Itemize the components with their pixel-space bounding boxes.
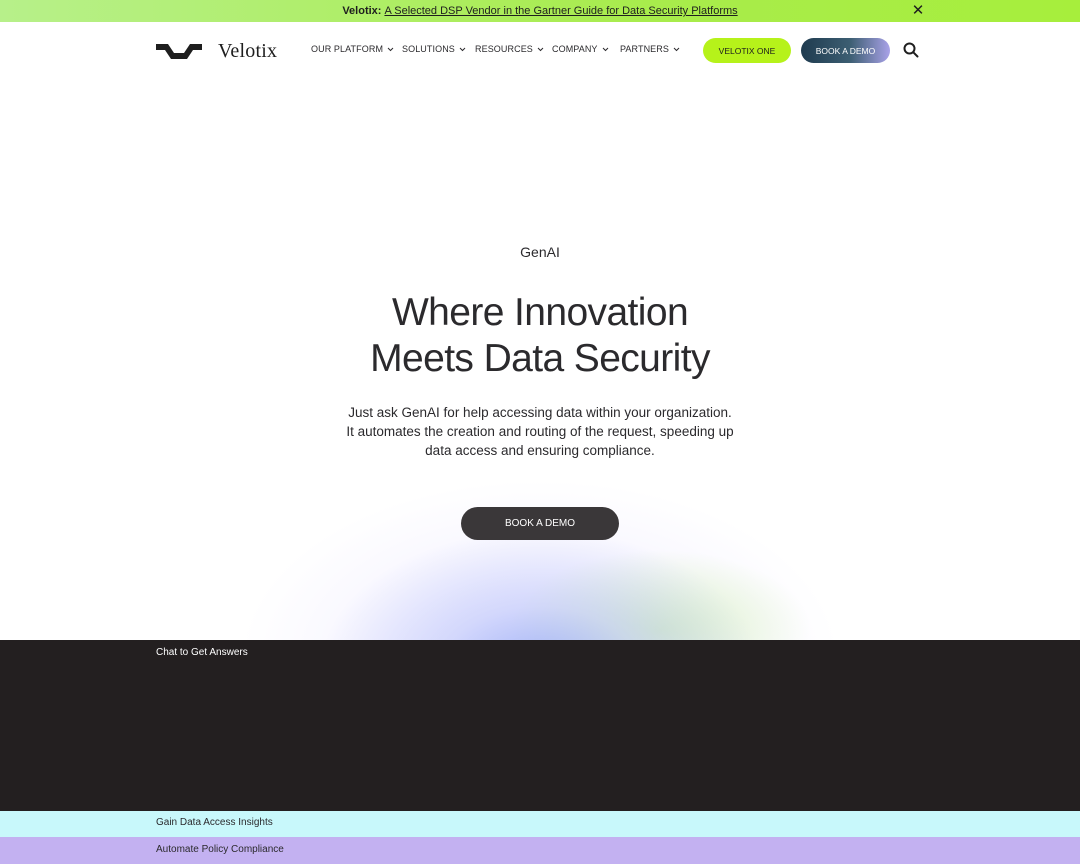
main-nav: OUR PLATFORM SOLUTIONS RESOURCES COMPANY… (311, 44, 684, 54)
velotix-logo-icon (156, 43, 202, 59)
hero-headline-line1: Where Innovation (391, 291, 689, 334)
hero-eyebrow: GenAI (520, 244, 560, 260)
chevron-down-icon (673, 47, 680, 51)
search-icon[interactable] (903, 42, 919, 58)
nav-item-label: COMPANY (552, 44, 598, 54)
hero-description-line2: It automates the creation and routing of… (346, 424, 734, 439)
nav-item-label: SOLUTIONS (402, 44, 455, 54)
nav-item-company[interactable]: COMPANY (552, 44, 620, 54)
chevron-down-icon (459, 47, 466, 51)
hero-description-line3: data access and ensuring compliance. (425, 443, 655, 458)
announcement-prefix: Velotix: (342, 5, 382, 17)
chevron-down-icon (537, 47, 544, 51)
compliance-section-label[interactable]: Automate Policy Compliance (156, 844, 284, 855)
hero-headline: Where Innovation Meets Data Security (0, 290, 1080, 382)
nav-item-partners[interactable]: PARTNERS (620, 44, 684, 54)
chat-section: Chat to Get Answers (0, 640, 1080, 811)
nav-item-label: OUR PLATFORM (311, 44, 384, 54)
hero-headline-line2: Meets Data Security (370, 337, 710, 380)
nav-item-label: RESOURCES (475, 44, 533, 54)
nav-item-resources[interactable]: RESOURCES (475, 44, 552, 54)
announcement-bar: Velotix: A Selected DSP Vendor in the Ga… (0, 0, 1080, 22)
hero-description-line1: Just ask GenAI for help accessing data w… (348, 405, 732, 420)
book-demo-hero-button[interactable]: BOOK A DEMO (461, 507, 619, 540)
nav-item-solutions[interactable]: SOLUTIONS (402, 44, 475, 54)
chat-section-label[interactable]: Chat to Get Answers (156, 647, 248, 658)
compliance-section: Automate Policy Compliance (0, 837, 1080, 864)
insights-section-label[interactable]: Gain Data Access Insights (156, 817, 273, 828)
velotix-one-button[interactable]: VELOTIX ONE (703, 38, 791, 63)
nav-item-our-platform[interactable]: OUR PLATFORM (311, 44, 402, 54)
chevron-down-icon (387, 47, 394, 51)
book-demo-header-button[interactable]: BOOK A DEMO (801, 38, 890, 63)
logo-text: Velotix (218, 40, 278, 62)
chevron-down-icon (602, 47, 608, 51)
insights-section: Gain Data Access Insights (0, 811, 1080, 837)
hero-description: Just ask GenAI for help accessing data w… (320, 403, 760, 460)
announcement-link[interactable]: A Selected DSP Vendor in the Gartner Gui… (384, 5, 737, 17)
close-icon[interactable]: ✕ (910, 3, 926, 19)
nav-item-label: PARTNERS (620, 44, 669, 54)
logo[interactable]: Velotix (156, 40, 277, 63)
site-header: Velotix OUR PLATFORM SOLUTIONS RESOURCES… (0, 22, 1080, 78)
